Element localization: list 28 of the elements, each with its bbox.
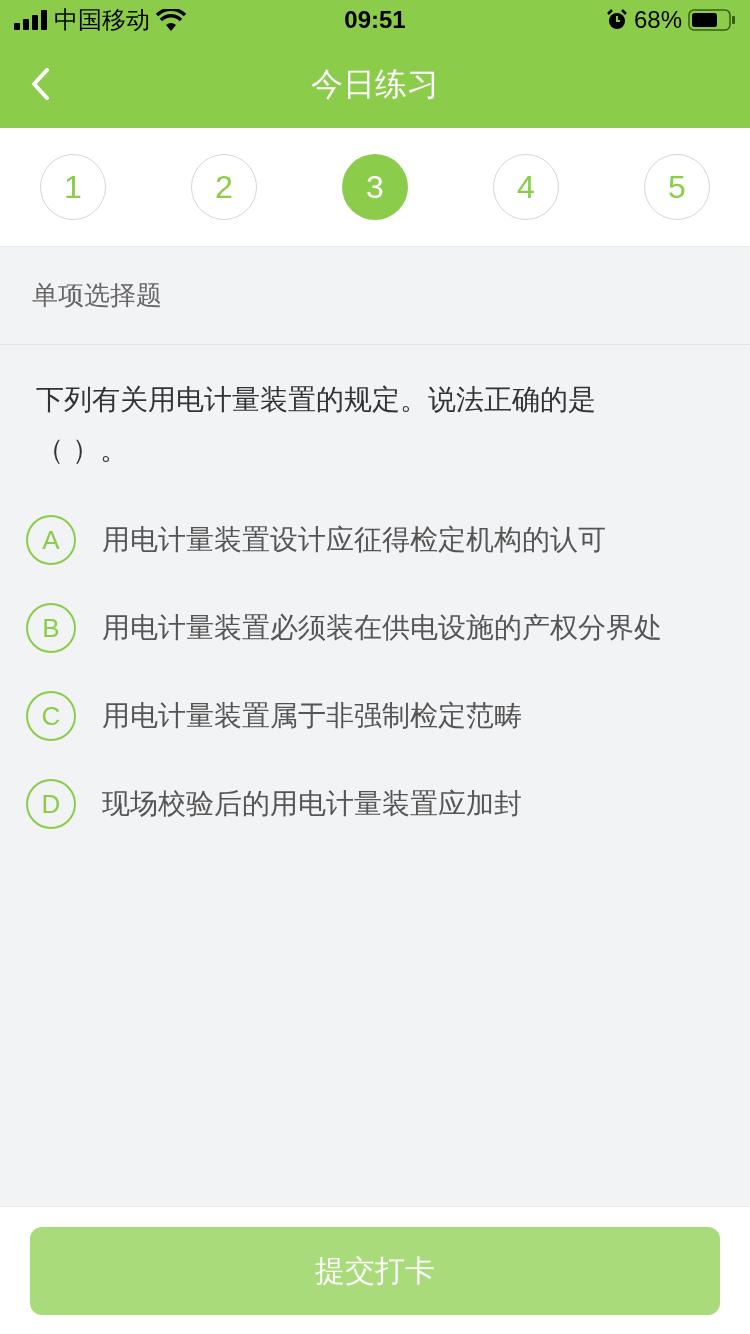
question-number[interactable]: 1 <box>40 154 106 220</box>
option-text: 用电计量装置属于非强制检定范畴 <box>102 699 522 733</box>
option-letter: C <box>26 691 76 741</box>
option-text: 用电计量装置必须装在供电设施的产权分界处 <box>102 611 662 645</box>
signal-icon <box>14 10 48 30</box>
option-letter: D <box>26 779 76 829</box>
alarm-icon <box>605 9 628 31</box>
answer-option[interactable]: B 用电计量装置必须装在供电设施的产权分界处 <box>26 603 724 653</box>
question-number[interactable]: 4 <box>493 154 559 220</box>
question-number[interactable]: 2 <box>191 154 257 220</box>
page-title: 今日练习 <box>311 65 439 104</box>
question-number[interactable]: 5 <box>644 154 710 220</box>
option-text: 现场校验后的用电计量装置应加封 <box>102 787 522 821</box>
answer-option[interactable]: C 用电计量装置属于非强制检定范畴 <box>26 691 724 741</box>
carrier-name: 中国移动 <box>54 5 150 35</box>
battery-icon <box>688 9 736 31</box>
question-type: 单项选择题 <box>32 279 162 312</box>
answer-option[interactable]: D 现场校验后的用电计量装置应加封 <box>26 779 724 829</box>
option-letter: B <box>26 603 76 653</box>
back-icon <box>30 68 50 100</box>
option-letter: A <box>26 515 76 565</box>
question-number[interactable]: 3 <box>342 154 408 220</box>
clock-time: 09:51 <box>344 5 406 35</box>
option-text: 用电计量装置设计应征得检定机构的认可 <box>102 523 606 557</box>
answer-option[interactable]: A 用电计量装置设计应征得检定机构的认可 <box>26 515 724 565</box>
wifi-icon <box>156 9 186 31</box>
battery-percent: 68% <box>633 5 682 35</box>
question-text: 下列有关用电计量装置的规定。说法正确的是（ ）。 <box>36 383 597 467</box>
